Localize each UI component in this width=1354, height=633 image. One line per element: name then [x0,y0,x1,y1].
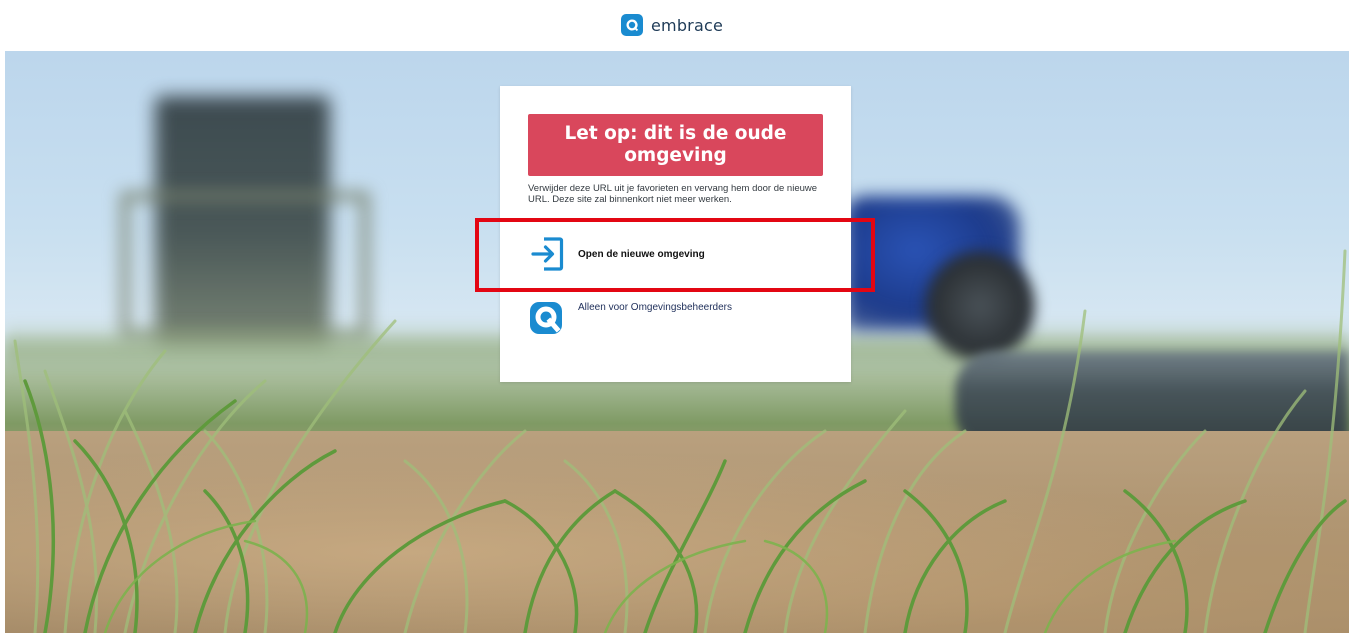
q-logo-icon [528,300,564,336]
brand-name: embrace [651,15,724,35]
embrace-logo-icon [621,14,643,36]
administrators-label: Alleen voor Omgevingsbeheerders [578,302,732,313]
brand-logo[interactable]: embrace [621,11,723,39]
notice-card: Let op: dit is de oude omgeving Verwijde… [500,86,851,382]
sign-in-arrow-icon [528,236,564,272]
open-new-environment-label: Open de nieuwe omgeving [578,248,705,260]
administrators-link[interactable]: Alleen voor Omgevingsbeheerders [528,300,732,336]
warning-description: Verwijder deze URL uit je favorieten en … [528,183,818,205]
old-environment-warning: Let op: dit is de oude omgeving [528,114,823,176]
top-header: embrace [0,0,1354,51]
open-new-environment-link[interactable]: Open de nieuwe omgeving [528,236,705,272]
